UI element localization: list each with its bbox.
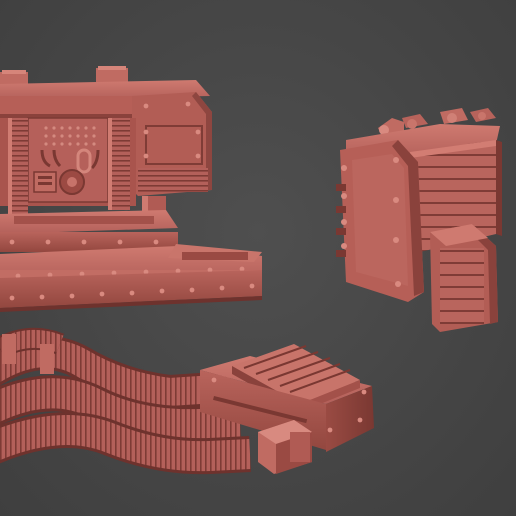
3d-viewport [0, 0, 516, 516]
scene-render [0, 66, 502, 475]
industrial-machine-block [0, 66, 262, 312]
armored-bulkhead-crate [336, 108, 502, 332]
pipe-bundle-with-connector [0, 327, 374, 475]
